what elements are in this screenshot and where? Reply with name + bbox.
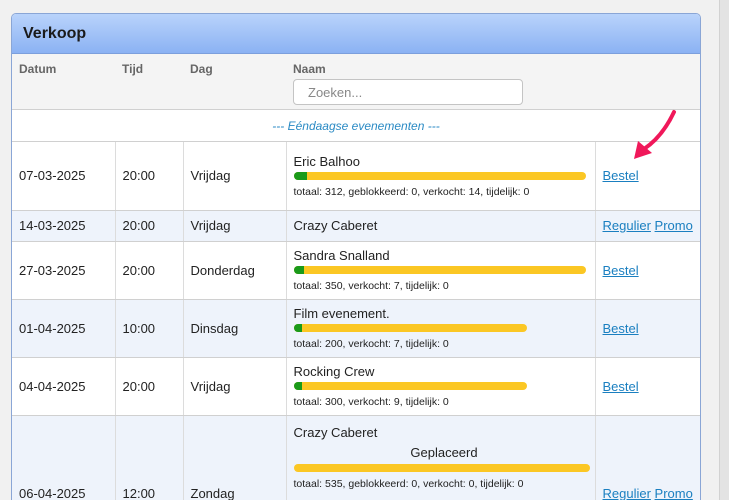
capacity-bar [293, 266, 586, 274]
event-day: Vrijdag [183, 142, 287, 211]
event-date: 07-03-2025 [12, 142, 116, 211]
capacity-bar [293, 171, 586, 180]
event-date: 04-04-2025 [12, 357, 116, 416]
panel-title: Verkoop [23, 24, 87, 42]
sold-fill [293, 266, 304, 274]
placed-label: Geplaceerd [410, 444, 478, 460]
event-time: 20:00 [115, 357, 184, 416]
events-table: 07-03-2025 20:00 Vrijdag Eric Balhoo tot… [12, 142, 700, 500]
order-button[interactable]: Bestel [603, 379, 639, 394]
promo-button[interactable]: Promo [655, 486, 693, 500]
column-name: Naam [293, 62, 326, 76]
event-stats: totaal: 300, verkocht: 9, tijdelijk: 0 [293, 396, 449, 408]
event-stats: totaal: 200, verkocht: 7, tijdelijk: 0 [293, 338, 449, 350]
order-button[interactable]: Bestel [603, 168, 639, 183]
event-time: 10:00 [115, 299, 184, 358]
event-date: 27-03-2025 [12, 241, 116, 300]
capacity-bar [293, 324, 527, 332]
event-cell: Rocking Crew totaal: 300, verkocht: 9, t… [286, 357, 596, 416]
capacity-bar [293, 382, 527, 390]
capacity-bar [293, 463, 590, 472]
order-button[interactable]: Bestel [603, 321, 639, 336]
section-one-day-events: --- Eéndaagse evenementen --- [12, 110, 700, 142]
event-stats: totaal: 312, geblokkeerd: 0, verkocht: 1… [293, 185, 530, 198]
regular-button[interactable]: Regulier [603, 486, 651, 500]
column-date: Datum [19, 62, 57, 76]
event-name: Sandra Snalland [293, 248, 390, 263]
event-name: Eric Balhoo [293, 153, 360, 169]
action-cell: Bestel [595, 241, 700, 300]
event-day: Vrijdag [183, 357, 287, 416]
action-cell: Regulier Promo [595, 210, 700, 242]
event-cell: Crazy Caberet Geplaceerd totaal: 535, ge… [286, 415, 596, 500]
sold-fill [293, 324, 302, 332]
column-time: Tijd [122, 62, 144, 76]
promo-button[interactable]: Promo [655, 218, 693, 233]
table-row: 14-03-2025 20:00 Vrijdag Crazy Caberet R… [12, 210, 700, 242]
event-date: 01-04-2025 [12, 299, 116, 358]
event-cell: Film evenement. totaal: 200, verkocht: 7… [286, 299, 596, 358]
page-scrollbar[interactable] [719, 0, 729, 500]
event-cell: Crazy Caberet [286, 210, 596, 242]
search-input[interactable] [293, 79, 523, 105]
event-time: 12:00 [115, 415, 184, 500]
column-day: Dag [190, 62, 213, 76]
event-date: 14-03-2025 [12, 210, 116, 242]
action-cell: Bestel [595, 299, 700, 358]
event-day: Donderdag [183, 241, 287, 300]
event-day: Vrijdag [183, 210, 287, 242]
event-stats: totaal: 350, verkocht: 7, tijdelijk: 0 [293, 280, 449, 292]
event-time: 20:00 [115, 210, 184, 242]
action-cell: Bestel [595, 357, 700, 416]
event-time: 20:00 [115, 241, 184, 300]
table-row: 07-03-2025 20:00 Vrijdag Eric Balhoo tot… [12, 142, 700, 211]
event-name: Crazy Caberet [293, 424, 378, 440]
sold-fill [293, 171, 307, 180]
table-row: 06-04-2025 12:00 Zondag Crazy Caberet Ge… [12, 415, 700, 500]
event-cell: Eric Balhoo totaal: 312, geblokkeerd: 0,… [286, 142, 596, 211]
event-stats: totaal: 535, geblokkeerd: 0, verkocht: 0… [293, 477, 524, 490]
table-row: 01-04-2025 10:00 Dinsdag Film evenement.… [12, 299, 700, 358]
action-cell: Regulier Promo [595, 415, 700, 500]
panel-header: Verkoop [12, 14, 700, 54]
event-day: Zondag [183, 415, 287, 500]
order-button[interactable]: Bestel [603, 263, 639, 278]
column-header: Datum Tijd Dag Naam [12, 54, 700, 110]
sales-panel: Verkoop Datum Tijd Dag Naam --- Eéndaags… [11, 13, 701, 500]
event-date: 06-04-2025 [12, 415, 116, 500]
event-time: 20:00 [115, 142, 184, 211]
event-name: Rocking Crew [293, 364, 375, 379]
event-cell: Sandra Snalland totaal: 350, verkocht: 7… [286, 241, 596, 300]
event-name: Film evenement. [293, 306, 390, 321]
table-row: 04-04-2025 20:00 Vrijdag Rocking Crew to… [12, 357, 700, 416]
table-row: 27-03-2025 20:00 Donderdag Sandra Snalla… [12, 241, 700, 300]
event-name: Crazy Caberet [293, 218, 378, 233]
event-day: Dinsdag [183, 299, 287, 358]
action-cell: Bestel [595, 142, 700, 211]
regular-button[interactable]: Regulier [603, 218, 651, 233]
sold-fill [293, 382, 302, 390]
